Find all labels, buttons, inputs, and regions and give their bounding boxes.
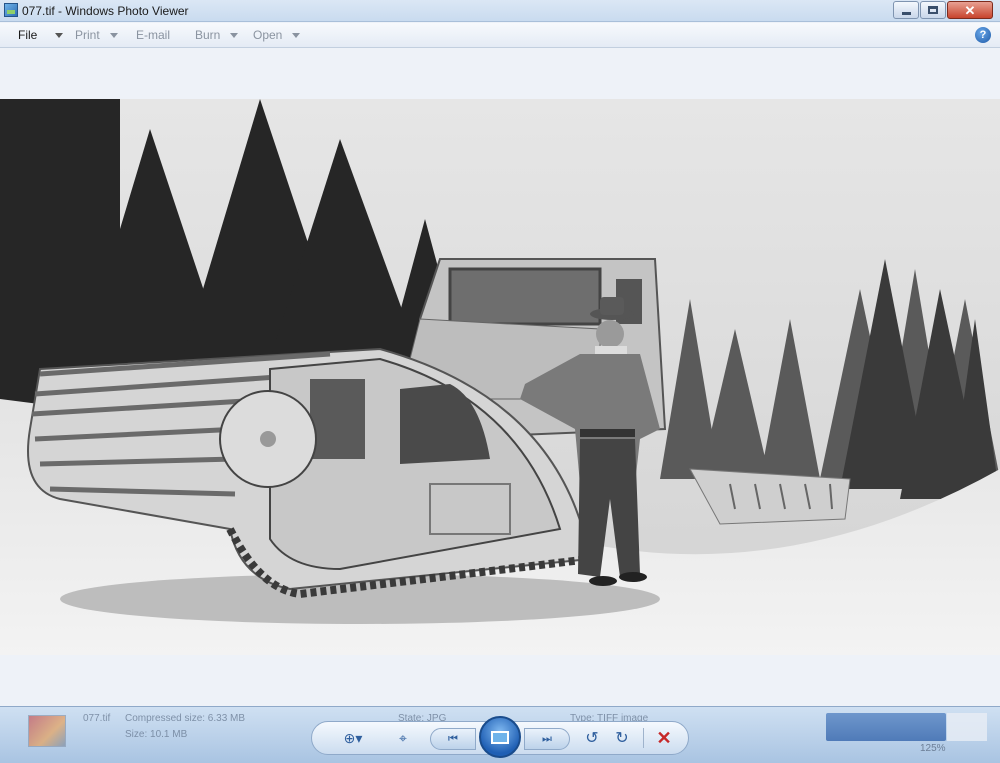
window-title: 077.tif - Windows Photo Viewer [22, 4, 189, 18]
menu-print[interactable]: Print [75, 28, 118, 42]
slideshow-button[interactable] [479, 716, 521, 758]
previous-icon[interactable]: ⏮ [430, 728, 476, 750]
menu-bar: File Print E-mail Burn Open [0, 23, 1000, 48]
menu-print-label: Print [75, 28, 100, 42]
close-button[interactable]: ✕ [947, 1, 993, 19]
rotate-clockwise-icon[interactable]: ↻ [612, 728, 632, 748]
menu-open[interactable]: Open [253, 28, 301, 42]
minimize-button[interactable] [893, 1, 919, 19]
close-icon: ✕ [964, 2, 976, 18]
menu-email-label: E-mail [136, 28, 171, 42]
next-icon[interactable]: ⏭ [524, 728, 570, 750]
maximize-icon [928, 6, 938, 14]
menu-file[interactable]: File [18, 28, 64, 42]
taskbar-preview-edge [947, 713, 987, 741]
zoom-level: 125% [920, 743, 946, 754]
menu-burn-label: Burn [195, 28, 221, 42]
chevron-down-icon [109, 32, 118, 38]
file-thumbnail [28, 715, 66, 747]
toolbar-divider [643, 728, 644, 748]
help-icon[interactable]: ? [975, 27, 991, 43]
menu-email[interactable]: E-mail [136, 28, 170, 42]
taskbar-preview-panel [826, 713, 946, 741]
menu-file-label: File [18, 28, 38, 42]
image-viewer-area [0, 49, 1000, 706]
delete-icon[interactable]: ✕ [654, 728, 674, 748]
minimize-icon [901, 11, 911, 15]
title-bar: 077.tif - Windows Photo Viewer ✕ [0, 0, 1000, 22]
status-filename: 077.tif [83, 713, 111, 724]
menu-open-label: Open [253, 28, 283, 42]
status-size: Size: 10.1 MB [125, 729, 188, 740]
maximize-button[interactable] [920, 1, 946, 19]
chevron-down-icon [55, 32, 64, 38]
menu-burn[interactable]: Burn [195, 28, 239, 42]
slideshow-icon [491, 730, 509, 744]
status-compressed-size: Compressed size: 6.33 MB [125, 713, 246, 724]
rotate-counterclockwise-icon[interactable]: ↺ [582, 728, 602, 748]
photo-viewer-app-icon [4, 3, 18, 17]
chevron-down-icon [292, 32, 301, 38]
photo-snow-tractor [0, 99, 1000, 655]
zoom-icon[interactable]: ⊕▾ [338, 728, 368, 748]
chevron-down-icon [230, 32, 239, 38]
actual-size-icon[interactable]: ⌖ [392, 728, 414, 748]
